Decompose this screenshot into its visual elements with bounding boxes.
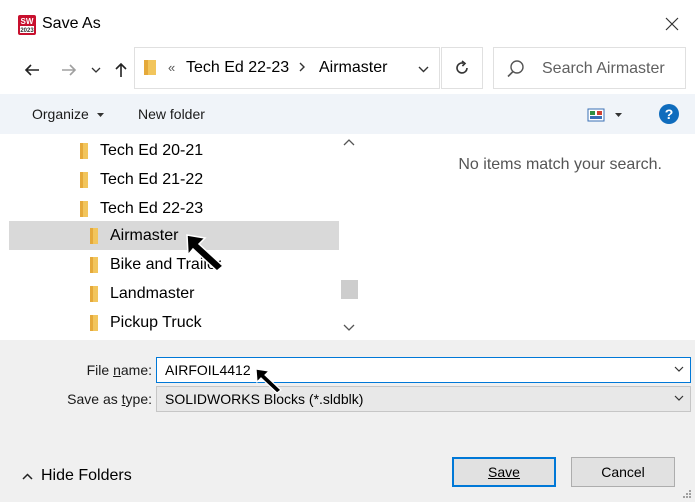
folder-icon	[80, 142, 88, 159]
tree-item-tech-ed-21-22[interactable]: Tech Ed 21-22	[0, 165, 339, 194]
solidworks-app-icon: SW 2023	[18, 15, 36, 35]
forward-button[interactable]	[56, 56, 82, 84]
tree-item-label: Pickup Truck	[110, 313, 202, 331]
recent-locations-button[interactable]	[88, 56, 104, 84]
empty-results-message: No items match your search.	[458, 156, 662, 173]
chevron-down-icon	[418, 66, 428, 72]
search-input[interactable]: Search Airmaster	[493, 47, 686, 89]
save-button[interactable]: Save	[452, 457, 556, 487]
file-name-accel: n	[113, 362, 121, 378]
close-button[interactable]	[649, 0, 695, 48]
scroll-thumb[interactable]	[341, 280, 358, 299]
chevron-down-icon	[91, 67, 101, 73]
save-type-label: Save as type:	[67, 391, 152, 407]
organize-menu-button[interactable]: Organize	[32, 106, 104, 122]
breadcrumb-chevron-icon[interactable]	[298, 60, 306, 78]
hide-folders-button[interactable]: Hide Folders	[22, 467, 132, 485]
svg-text:SW: SW	[21, 17, 34, 26]
scroll-up-icon[interactable]	[343, 138, 355, 146]
pointer-arrow-icon	[186, 234, 225, 272]
tree-item-label: Airmaster	[110, 226, 179, 244]
title-bar: SW 2023 Save As	[0, 0, 695, 48]
command-bar: Organize New folder	[0, 94, 695, 134]
save-type-accel: t	[121, 391, 126, 407]
change-view-button[interactable]	[587, 106, 622, 124]
tree-item-pickup-truck[interactable]: Pickup Truck	[0, 308, 339, 337]
tree-item-bike-and-trailer[interactable]: Bike and Trailer	[0, 250, 339, 279]
folder-icon	[90, 285, 98, 302]
svg-text:2023: 2023	[20, 28, 34, 34]
new-folder-button[interactable]: New folder	[138, 106, 205, 122]
breadcrumb-tech-ed-22-23[interactable]: Tech Ed 22-23	[186, 59, 289, 77]
refresh-icon	[456, 60, 468, 74]
arrow-right-icon	[62, 64, 77, 76]
save-type-select[interactable]: SOLIDWORKS Blocks (*.sldblk)	[156, 386, 691, 412]
arrow-up-icon	[115, 62, 127, 77]
help-icon: ?	[664, 106, 674, 122]
back-button[interactable]	[18, 56, 46, 84]
tree-item-airmaster[interactable]: Airmaster	[9, 221, 339, 250]
file-name-value: AIRFOIL4412	[165, 362, 251, 378]
hide-folders-label: Hide Folders	[41, 467, 132, 484]
scroll-down-icon[interactable]	[343, 324, 355, 332]
pointer-arrow-icon	[255, 368, 282, 394]
resize-grip-icon[interactable]	[682, 489, 692, 499]
tree-item-tech-ed-20-21[interactable]: Tech Ed 20-21	[0, 136, 339, 165]
folder-icon	[90, 227, 98, 244]
chevron-down-icon[interactable]	[674, 366, 684, 372]
tree-item-label: Tech Ed 22-23	[100, 199, 204, 217]
folder-icon	[80, 171, 88, 188]
organize-label: Organize	[32, 106, 89, 122]
folder-icon	[143, 58, 157, 81]
tree-item-label: Tech Ed 21-22	[100, 170, 204, 188]
view-icon	[587, 108, 605, 122]
folder-icon	[90, 256, 98, 273]
help-button[interactable]: ?	[659, 104, 679, 124]
caret-down-icon	[96, 113, 104, 118]
address-overflow[interactable]: «	[168, 60, 175, 75]
cancel-button[interactable]: Cancel	[571, 457, 675, 487]
tree-scrollbar[interactable]	[339, 134, 360, 340]
file-name-label: File name:	[86, 362, 152, 378]
file-list-pane[interactable]: No items match your search.	[360, 134, 695, 340]
folder-icon	[90, 314, 98, 331]
file-name-field[interactable]: AIRFOIL4412	[156, 357, 691, 383]
breadcrumb-airmaster[interactable]: Airmaster	[319, 59, 387, 77]
window-title: Save As	[42, 15, 101, 32]
address-bar[interactable]: « Tech Ed 22-23 Airmaster	[134, 47, 440, 89]
search-icon	[506, 59, 526, 84]
folder-icon	[80, 200, 88, 217]
up-button[interactable]	[110, 56, 132, 84]
folder-tree[interactable]: Tech Ed 20-21 Tech Ed 21-22 Tech Ed 22-2…	[0, 134, 339, 340]
refresh-button[interactable]	[441, 47, 483, 89]
tree-item-label: Tech Ed 20-21	[100, 141, 204, 159]
tree-item-tech-ed-22-23[interactable]: Tech Ed 22-23	[0, 194, 339, 223]
search-placeholder: Search Airmaster	[542, 60, 665, 77]
close-icon	[665, 17, 679, 31]
tree-item-landmaster[interactable]: Landmaster	[0, 279, 339, 308]
tree-item-label: Landmaster	[110, 284, 195, 302]
arrow-left-icon	[24, 64, 39, 76]
address-dropdown-button[interactable]	[411, 58, 435, 80]
chevron-down-icon	[674, 395, 684, 401]
chevron-up-icon	[22, 472, 33, 480]
save-label: Save	[488, 464, 520, 480]
caret-down-icon	[615, 113, 622, 117]
